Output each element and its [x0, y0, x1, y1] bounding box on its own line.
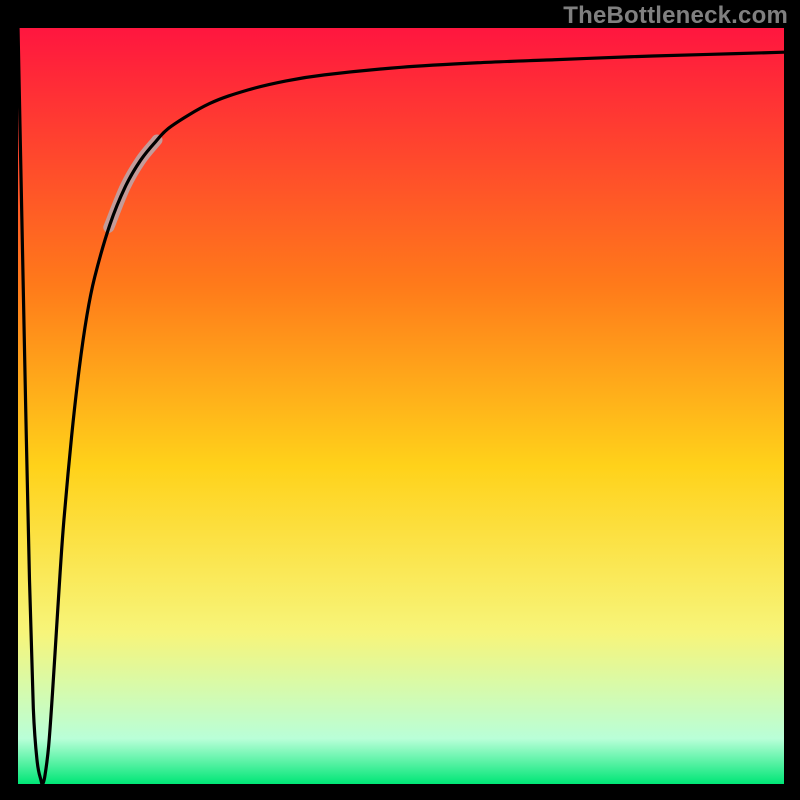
chart-frame: TheBottleneck.com — [0, 0, 800, 800]
gradient-background — [18, 28, 784, 784]
watermark-text: TheBottleneck.com — [563, 2, 788, 30]
chart-svg — [18, 28, 784, 784]
plot-area — [18, 28, 784, 784]
